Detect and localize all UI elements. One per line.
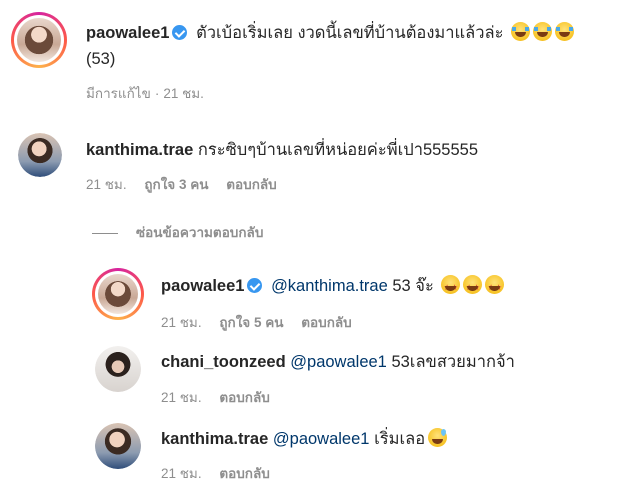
- star-struck-emoji-icon: [441, 275, 461, 299]
- reply-username[interactable]: chani_toonzeed: [161, 353, 286, 371]
- comment-likes-link[interactable]: ถูกใจ 3 คน: [144, 177, 208, 192]
- reply-time: 21 ชม.: [161, 390, 202, 405]
- reply-text: เริ่มเลอ: [374, 430, 426, 448]
- caption-suffix: (53): [86, 50, 116, 68]
- reply-button[interactable]: ตอบกลับ: [301, 315, 351, 330]
- reply-meta: 21 ชม. ถูกใจ 5 คน ตอบกลับ: [161, 311, 366, 333]
- reply-text-line: paowalee1 @kanthima.trae 53 จ๊ะ: [161, 275, 505, 299]
- comment-username[interactable]: kanthima.trae: [86, 141, 193, 159]
- mention-link[interactable]: @paowalee1: [290, 353, 387, 371]
- avatar-paowalee1[interactable]: [11, 12, 67, 68]
- comment-time: 21 ชม.: [86, 177, 127, 192]
- tears-of-joy-emoji-icon: [555, 22, 575, 41]
- post-time: 21 ชม.: [163, 86, 204, 101]
- avatar-image: [98, 274, 138, 314]
- hide-replies-label: ซ่อนข้อความตอบกลับ: [136, 225, 264, 240]
- avatar-chani-toonzeed[interactable]: [95, 346, 141, 392]
- reply-text: 53 จ๊ะ: [392, 277, 434, 295]
- reply-time: 21 ชม.: [161, 466, 202, 481]
- reply-button[interactable]: ตอบกลับ: [226, 177, 276, 192]
- avatar-image: [17, 18, 61, 62]
- reply-button[interactable]: ตอบกลับ: [219, 466, 269, 481]
- post-username[interactable]: paowalee1: [86, 24, 169, 42]
- star-struck-emoji-icon: [463, 275, 483, 299]
- avatar-paowalee1[interactable]: [92, 268, 144, 320]
- reply-text: 53เลขสวยมากจ้า: [391, 353, 515, 371]
- mention-link[interactable]: @paowalee1: [273, 430, 370, 448]
- verified-badge-icon: [172, 25, 188, 40]
- tears-of-joy-emoji-icon: [511, 22, 531, 41]
- divider-line: [92, 232, 118, 234]
- edited-label: มีการแก้ไข: [86, 86, 151, 101]
- avatar-image: [95, 346, 141, 392]
- grinning-sweat-emoji-icon: [428, 428, 448, 447]
- reply-text-line: kanthima.trae @paowalee1 เริ่มเลอ: [161, 428, 448, 450]
- comment-text-line: kanthima.trae กระซิบๆบ้านเลขที่หน่อยค่ะพ…: [86, 139, 478, 161]
- avatar-kanthima-trae[interactable]: [95, 423, 141, 469]
- tears-of-joy-emoji-icon: [533, 22, 553, 41]
- reply-username[interactable]: paowalee1: [161, 277, 244, 295]
- post-meta: มีการแก้ไข · 21 ชม.: [86, 86, 204, 101]
- reply-time: 21 ชม.: [161, 315, 202, 330]
- mention-link[interactable]: @kanthima.trae: [271, 277, 388, 295]
- comment-text: กระซิบๆบ้านเลขที่หน่อยค่ะพี่เปา555555: [197, 141, 479, 159]
- caption-text: ตัวเบ้อเริ่มเลย งวดนี้เลขที่บ้านต้องมาแล…: [196, 24, 504, 42]
- reply-username[interactable]: kanthima.trae: [161, 430, 268, 448]
- reply-meta: 21 ชม. ตอบกลับ: [161, 462, 284, 484]
- verified-badge-icon: [247, 278, 263, 293]
- star-struck-emoji-icon: [485, 275, 505, 299]
- reply-text-line: chani_toonzeed @paowalee1 53เลขสวยมากจ้า: [161, 351, 515, 373]
- reply-meta: 21 ชม. ตอบกลับ: [161, 386, 284, 408]
- comment-thread: paowalee1 ตัวเบ้อเริ่มเลย งวดนี้เลขที่บ้…: [0, 0, 644, 499]
- hide-replies-button[interactable]: ซ่อนข้อความตอบกลับ: [92, 221, 263, 243]
- comment-meta: 21 ชม. ถูกใจ 3 คน ตอบกลับ: [86, 173, 291, 195]
- reply-likes-link[interactable]: ถูกใจ 5 คน: [219, 315, 283, 330]
- avatar-image: [95, 423, 141, 469]
- avatar-image: [18, 133, 62, 177]
- reply-button[interactable]: ตอบกลับ: [219, 390, 269, 405]
- avatar-kanthima-trae[interactable]: [18, 133, 62, 177]
- post-caption: paowalee1 ตัวเบ้อเริ่มเลย งวดนี้เลขที่บ้…: [86, 22, 575, 44]
